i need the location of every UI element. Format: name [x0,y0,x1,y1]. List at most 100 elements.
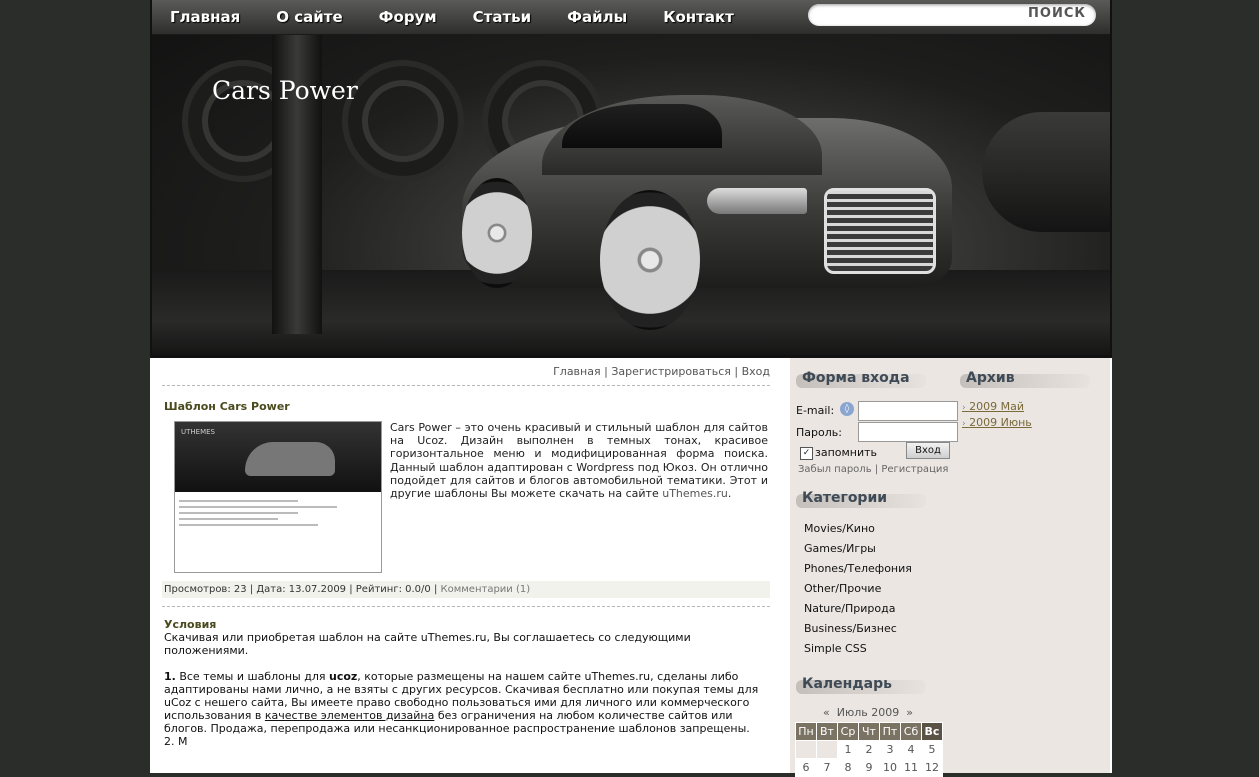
archive-item[interactable]: › 2009 Июнь [962,416,1032,429]
calendar-next[interactable]: » [906,706,913,719]
calendar-day: 8 [837,758,859,777]
entry-title[interactable]: Шаблон Cars Power [164,400,768,413]
entry-views: Просмотров: 23 [164,584,247,595]
userbar-separator: | [604,365,608,378]
entry-link[interactable]: uThemes.ru [662,487,728,500]
calendar-day [816,740,838,759]
openid-icon[interactable]: ◊ [840,402,854,416]
password-field[interactable] [858,422,958,442]
email-field[interactable] [858,401,958,421]
paragraph-number: 1. [164,670,176,683]
calendar-day: 3 [879,740,901,759]
category-item[interactable]: Simple CSS [804,642,912,662]
car-front-wheel [600,190,700,330]
search-input[interactable] [818,7,1022,25]
calendar-day: 4 [900,740,922,759]
car-headlight [707,188,807,214]
user-bar: Главная | Зарегистрироваться | Вход [162,365,770,378]
nav-item-about[interactable]: О сайте [276,8,342,26]
thumbnail-car [245,442,335,476]
userbar-separator: | [734,365,739,378]
login-form-title: Форма входа [796,370,926,388]
categories-title: Категории [796,490,926,508]
login-button[interactable]: Вход [906,442,950,459]
main-column: Главная | Зарегистрироваться | Вход Шабл… [162,358,770,748]
search-button[interactable]: ПОИСК [1028,6,1086,21]
calendar-day: 1 [837,740,859,759]
calendar-day-name: Вс [921,722,943,741]
calendar: « Июль 2009 » Пн Вт Ср Чт Пт Сб Вс 1 2 3… [795,706,943,777]
archive-item[interactable]: › 2009 Май [962,400,1032,413]
main-nav: Главная О сайте Форум Статьи Файлы Конта… [170,8,770,26]
design-elements-link[interactable]: качестве элементов дизайна [265,709,435,722]
userbar-login-link[interactable]: Вход [742,365,770,378]
site-header: Главная О сайте Форум Статьи Файлы Конта… [150,0,1112,355]
entry-comments-link[interactable]: Комментарии (1) [441,584,531,595]
categories-list: Movies/Кино Games/Игры Phones/Телефония … [804,522,912,662]
remember-label: запомнить [815,446,878,459]
site-title[interactable]: Cars Power [212,76,358,105]
userbar-register-link[interactable]: Зарегистрироваться [611,365,731,378]
calendar-day-name: Ср [837,722,859,741]
password-label: Пароль: [796,426,842,439]
page-wrapper: Главная О сайте Форум Статьи Файлы Конта… [150,0,1112,777]
category-item[interactable]: Other/Прочие [804,582,912,602]
forgot-password-link[interactable]: Забыл пароль [798,464,872,475]
calendar-day [795,740,817,759]
nav-item-files[interactable]: Файлы [567,8,627,26]
sidebar: Форма входа E-mail: ◊ Пароль: ✓ запомнит… [790,358,1110,777]
calendar-day-name: Чт [858,722,880,741]
category-item[interactable]: Business/Бизнес [804,622,912,642]
content-area: Главная | Зарегистрироваться | Вход Шабл… [150,355,1112,777]
remember-checkbox[interactable]: ✓ [800,447,813,460]
header-tank-decoration [982,112,1110,232]
conditions-title: Условия [164,618,217,631]
category-item[interactable]: Phones/Телефония [804,562,912,582]
conditions-intro: Скачивая или приобретая шаблон на сайте … [164,631,691,657]
archive-list: › 2009 Май › 2009 Июнь [962,400,1032,432]
category-item[interactable]: Games/Игры [804,542,912,562]
entry-rating: Рейтинг: 0.0/0 [355,584,431,595]
entry-date: Дата: 13.07.2009 [256,584,347,595]
calendar-day: 9 [858,758,880,777]
entry: UTHEMES Cars Power – это очень красивый … [162,421,770,573]
calendar-day: 6 [795,758,817,777]
search-box: ПОИСК [808,4,1096,26]
calendar-month: Июль 2009 [836,706,900,719]
calendar-day-name: Вт [816,722,838,741]
category-item[interactable]: Nature/Природа [804,602,912,622]
thumbnail-logo: UTHEMES [181,428,215,436]
calendar-day: 2 [858,740,880,759]
register-link[interactable]: Регистрация [881,464,948,475]
entry-thumbnail[interactable]: UTHEMES [174,421,382,573]
login-links: Забыл пароль | Регистрация [798,464,949,475]
nav-item-contact[interactable]: Контакт [663,8,734,26]
calendar-day: 7 [816,758,838,777]
calendar-day: 11 [900,758,922,777]
calendar-day-name: Пн [795,722,817,741]
calendar-prev[interactable]: « [823,706,830,719]
calendar-day: 10 [879,758,901,777]
calendar-day-name: Сб [900,722,922,741]
entry-text: Cars Power – это очень красивый и стильн… [390,421,768,500]
nav-item-home[interactable]: Главная [170,8,240,26]
category-item[interactable]: Movies/Кино [804,522,912,542]
divider [162,385,770,386]
calendar-day-name: Пт [879,722,901,741]
calendar-day: 12 [921,758,943,777]
userbar-home-link[interactable]: Главная [553,365,601,378]
nav-item-articles[interactable]: Статьи [473,8,532,26]
paragraph-text: Все темы и шаблоны для [175,670,329,683]
divider [162,606,770,607]
calendar-title: Календарь [796,676,926,694]
nav-item-forum[interactable]: Форум [379,8,437,26]
car-grille [824,188,936,274]
conditions-paragraph-2: 2. М [164,735,188,748]
thumbnail-header: UTHEMES [175,422,381,492]
conditions-paragraph-1: 1. Все темы и шаблоны для ucoz, которые … [164,670,768,735]
entry-link-suffix: . [727,487,732,501]
calendar-header: « Июль 2009 » [795,706,941,719]
header-fan-decoration [342,60,464,182]
archive-title: Архив [960,370,1090,388]
calendar-grid: Пн Вт Ср Чт Пт Сб Вс 1 2 3 4 5 6 7 8 9 1… [795,722,943,777]
